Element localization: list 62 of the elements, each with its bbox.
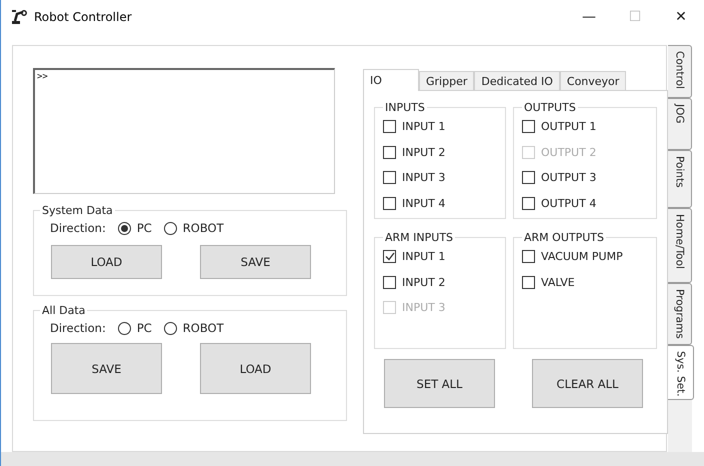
close-button[interactable]: ✕ (658, 9, 704, 25)
group-title: All Data (41, 304, 86, 317)
console-output[interactable]: >> (33, 68, 335, 194)
minimize-button[interactable]: — (566, 9, 612, 25)
radio-label: PC (136, 221, 152, 235)
group-title: ARM INPUTS (384, 231, 454, 244)
action-button[interactable]: LOAD (51, 245, 162, 279)
checkmark-icon (384, 252, 394, 262)
checkbox-label: INPUT 3 (402, 171, 446, 184)
tab[interactable]: IO (363, 69, 419, 91)
action-button[interactable]: SAVE (51, 343, 162, 394)
radio-label: ROBOT (182, 221, 224, 235)
group-title: INPUTS (384, 101, 426, 114)
checkbox[interactable] (522, 120, 535, 134)
direction-label: Direction: (50, 321, 106, 335)
checkbox-label: INPUT 2 (402, 146, 446, 159)
side-tab[interactable]: Sys. Set. (668, 345, 694, 400)
side-tab[interactable]: Home/Tool (668, 208, 692, 283)
window-title: Robot Controller (34, 10, 133, 24)
checkbox-label: INPUT 3 (402, 301, 446, 314)
action-button[interactable]: LOAD (200, 343, 311, 394)
tab[interactable]: Conveyor (560, 71, 626, 90)
checkbox-label: OUTPUT 4 (541, 196, 596, 210)
checkbox[interactable] (383, 196, 396, 210)
checkbox[interactable] (522, 276, 535, 289)
checkbox-label: VALVE (541, 276, 575, 289)
tab[interactable]: Gripper (419, 71, 474, 90)
checkbox[interactable] (383, 171, 396, 184)
checkbox-label: OUTPUT 3 (541, 171, 596, 184)
checkbox-label: VACUUM PUMP (541, 250, 623, 264)
robot-arm-icon (11, 10, 28, 24)
checkbox[interactable] (383, 250, 396, 264)
checkbox-label: OUTPUT 2 (541, 146, 596, 159)
checkbox[interactable] (522, 171, 535, 184)
tab[interactable]: Dedicated IO (474, 71, 560, 90)
checkbox-label: OUTPUT 1 (541, 120, 596, 134)
checkbox[interactable] (383, 146, 396, 159)
radio-button[interactable] (164, 222, 177, 234)
direction-label: Direction: (50, 221, 106, 235)
checkbox-label: INPUT 4 (402, 196, 446, 210)
group-title: ARM OUTPUTS (523, 231, 605, 244)
checkbox[interactable] (522, 196, 535, 210)
radio-label: PC (136, 321, 152, 335)
checkbox[interactable] (383, 120, 396, 134)
checkbox-label: INPUT 2 (402, 276, 446, 289)
side-tab[interactable]: Programs (668, 283, 692, 345)
radio-button[interactable] (118, 222, 131, 234)
radio-label: ROBOT (182, 321, 224, 335)
checkbox-label: INPUT 1 (402, 250, 446, 264)
checkbox[interactable] (522, 250, 535, 264)
radio-button[interactable] (118, 322, 131, 334)
group-title: OUTPUTS (523, 101, 577, 114)
checkbox-label: INPUT 1 (402, 120, 446, 134)
action-button[interactable]: CLEAR ALL (532, 359, 643, 408)
checkbox[interactable] (383, 276, 396, 289)
side-tab[interactable]: Control (668, 45, 692, 98)
action-button[interactable]: SET ALL (384, 359, 495, 408)
side-tab[interactable]: Points (668, 150, 692, 208)
radio-button[interactable] (164, 322, 177, 334)
side-tab[interactable]: JOG (668, 98, 692, 150)
action-button[interactable]: SAVE (200, 245, 311, 279)
group-title: System Data (41, 204, 114, 217)
